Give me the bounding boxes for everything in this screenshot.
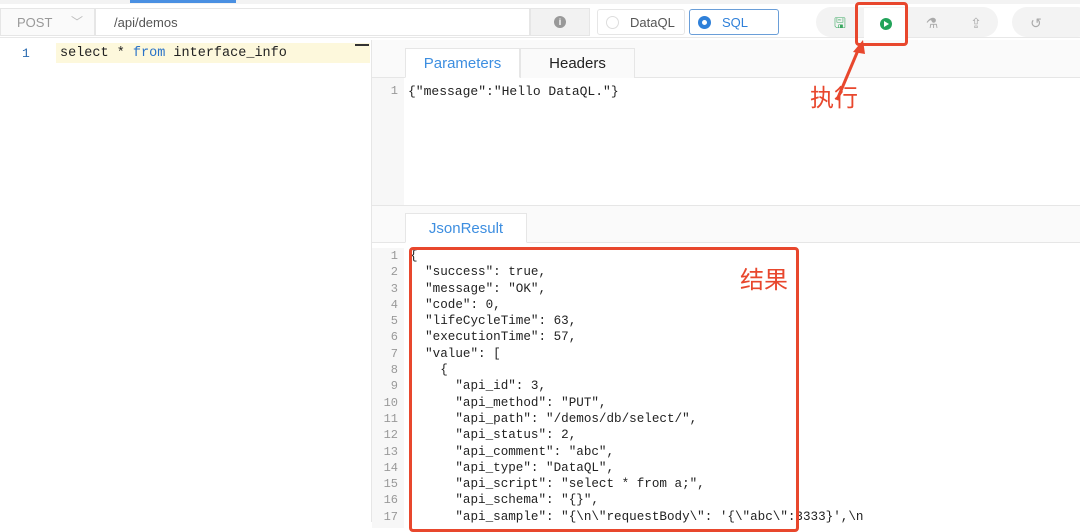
line-number: 5 — [390, 314, 398, 329]
params-editor[interactable]: {"message":"Hello DataQL."} — [408, 84, 619, 99]
line-number: 17 — [383, 509, 398, 524]
tab-jsonresult[interactable]: JsonResult — [405, 213, 527, 243]
history-button-group: ↺ — [1012, 7, 1080, 37]
execute-annotation: 执行 — [810, 84, 858, 112]
result-gutter: 1 2 3 4 5 6 7 8 9 10 11 12 13 14 15 16 17 — [372, 248, 404, 528]
code-keyword: from — [132, 46, 166, 61]
publish-button[interactable]: ⇪ — [954, 8, 998, 38]
code-text: select * — [60, 46, 133, 61]
method-value: POST — [17, 15, 53, 30]
line-number: 10 — [383, 395, 398, 410]
line-number: 3 — [390, 281, 398, 296]
tab-parameters[interactable]: Parameters — [405, 48, 520, 78]
url-input[interactable]: /api/demos — [95, 8, 530, 36]
line-number: 6 — [390, 330, 398, 345]
line-number: 9 — [390, 379, 398, 394]
line-number: 4 — [390, 297, 398, 312]
line-number: 15 — [383, 477, 398, 492]
line-number: 2 — [390, 265, 398, 280]
mode-sql-radio[interactable]: SQL — [689, 9, 779, 35]
mode-label: SQL — [722, 15, 749, 30]
line-number: 7 — [390, 346, 398, 361]
result-tabs: JsonResult — [372, 206, 1080, 243]
cursor-marker — [355, 44, 369, 46]
params-tabs: Parameters Headers — [372, 40, 1080, 78]
upload-icon: ⇪ — [970, 15, 982, 31]
line-number: 8 — [390, 363, 398, 378]
line-number: 13 — [383, 444, 398, 459]
test-button[interactable]: ⚗ — [910, 8, 954, 38]
tab-headers[interactable]: Headers — [520, 48, 635, 78]
code-text: interface_info — [165, 46, 287, 61]
params-gutter: 1 — [372, 78, 404, 205]
save-icon: 🖫 — [834, 15, 846, 31]
chevron-down-icon: ﹀ — [71, 15, 84, 29]
line-number: 11 — [383, 411, 398, 426]
history-icon: ↺ — [1030, 15, 1042, 31]
top-tab-strip — [0, 0, 1080, 4]
radio-selected-icon — [698, 16, 711, 29]
info-button[interactable]: i — [530, 8, 590, 36]
toolbar: POST ﹀ /api/demos i DataQL SQL 🖫 ⚗ ⇪ ↺ — [0, 6, 1080, 38]
url-value: /api/demos — [114, 15, 178, 30]
mode-label: DataQL — [630, 15, 675, 30]
method-select[interactable]: POST ﹀ — [0, 8, 95, 36]
radio-icon — [606, 16, 619, 29]
history-button[interactable]: ↺ — [1014, 8, 1058, 38]
line-number: 1 — [22, 46, 30, 61]
info-icon: i — [554, 16, 566, 28]
mode-dataql-radio[interactable]: DataQL — [597, 9, 685, 35]
line-number: 1 — [390, 84, 398, 98]
flask-icon: ⚗ — [925, 15, 939, 31]
line-number: 16 — [383, 493, 398, 508]
line-number: 14 — [383, 460, 398, 475]
result-annotation: 结果 — [740, 266, 788, 294]
active-tab-indicator — [130, 0, 236, 3]
code-line[interactable]: select * from interface_info — [56, 43, 370, 63]
line-number: 12 — [383, 428, 398, 443]
sql-editor[interactable]: 1 select * from interface_info — [0, 40, 372, 522]
line-number: 1 — [390, 249, 398, 263]
